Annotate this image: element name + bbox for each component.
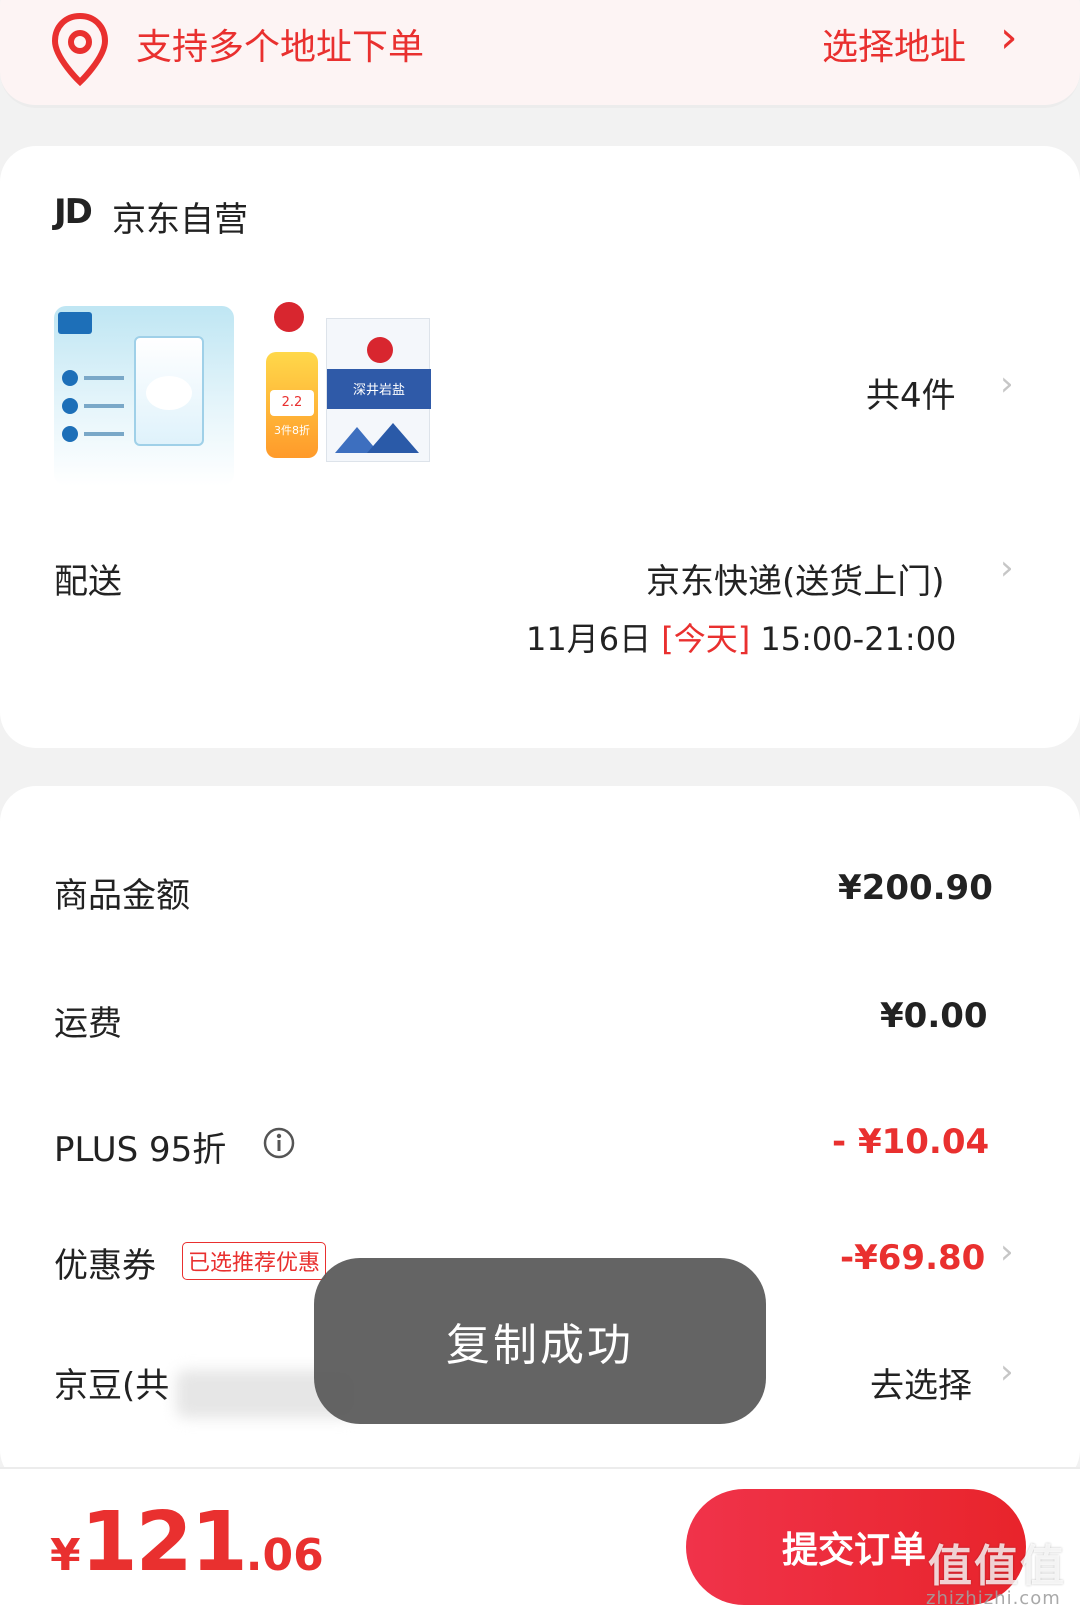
copy-success-toast: 复制成功 [314,1258,766,1424]
jd-beans-label: 京豆(共 [54,1366,170,1406]
coupon-tag: 已选推荐优惠 [182,1242,327,1280]
location-pin-icon [51,12,109,87]
salt-pack-text: 深井岩盐 [352,383,405,398]
plus-discount-value: - ¥10.04 [832,1122,990,1162]
chevron-right-icon: › [1000,364,1014,404]
goods-amount-value: ¥200.90 [838,868,993,908]
watermark-logo: 值值值 [928,1541,1066,1592]
goods-amount-label: 商品金额 [54,876,190,916]
shipping-label: 运费 [54,1004,122,1044]
delivery-window: 15:00-21:00 [760,620,957,658]
total-integer: 121 [80,1495,248,1590]
address-hint: 支持多个地址下单 [136,27,425,68]
delivery-date: 11月6日 [526,620,652,658]
plus-discount-label: PLUS 95折 [54,1130,227,1170]
milk-carton-image[interactable] [54,306,234,486]
address-bar[interactable]: 支持多个地址下单 选择地址 › [0,0,1080,108]
checkout-bar: ¥121.06 提交订单 [0,1467,1080,1615]
jd-beans-select[interactable]: 去选择 [870,1358,972,1407]
watermark-url: zhizhizhi.com [926,1588,1061,1609]
today-tag: [今天] [661,620,751,658]
salt-badge-discount: 3件8折 [274,424,310,437]
currency-symbol: ¥ [50,1530,81,1581]
chevron-right-icon: › [1000,12,1018,63]
delivery-method[interactable]: 京东快递(送货上门) [646,554,945,603]
total-decimal: .06 [245,1530,324,1581]
salt-bag-image[interactable]: 2.2 3件8折 深井岩盐 [260,296,440,486]
chevron-right-icon: › [1000,1232,1014,1272]
info-icon[interactable] [262,1126,296,1160]
delivery-label: 配送 [54,562,122,602]
jd-logo: JD [54,192,93,232]
delivery-time[interactable]: 11月6日 [今天] 15:00-21:00 [526,614,956,660]
chevron-right-icon: › [1000,1352,1014,1392]
coupon-value[interactable]: -¥69.80 [840,1238,985,1278]
select-address-link[interactable]: 选择地址 [822,18,966,70]
shipping-value: ¥0.00 [880,996,988,1036]
coupon-label: 优惠券 [54,1246,156,1286]
item-count[interactable]: 共4件 [866,368,956,417]
order-card: JD 京东自营 2.2 3件8折 深井岩盐 共4件 › 配送 京东快递(送货上门… [0,146,1080,748]
chevron-right-icon: › [1000,548,1014,588]
order-total: ¥121.06 [50,1495,324,1590]
shop-name: 京东自营 [112,200,248,240]
salt-badge-price: 2.2 [270,390,314,416]
